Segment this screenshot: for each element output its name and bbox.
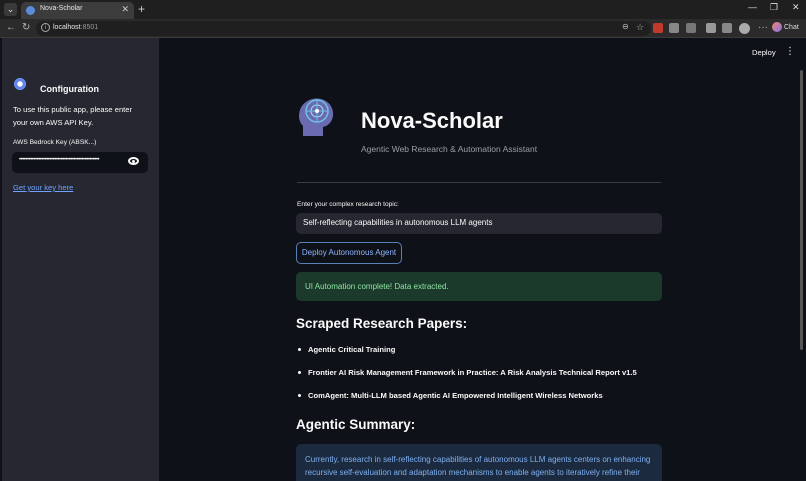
success-alert: UI Automation complete! Data extracted.	[296, 272, 662, 301]
extensions-puzzle-icon[interactable]	[706, 23, 716, 33]
chat-button[interactable]: Chat	[772, 22, 799, 32]
scrollbar[interactable]	[800, 70, 803, 350]
eye-icon[interactable]	[128, 157, 139, 165]
browser-tab-strip: ⌄ Nova-Scholar ✕ + — ❐ ✕	[0, 0, 806, 19]
back-arrow-icon[interactable]: ←	[6, 22, 16, 33]
summary-info-box: Currently, research in self-reflecting c…	[296, 444, 662, 481]
tab-title: Nova-Scholar	[40, 5, 83, 12]
gear-icon	[13, 77, 27, 91]
extension-icon[interactable]	[653, 23, 663, 33]
summary-text: Currently, research in self-reflecting c…	[305, 455, 651, 477]
tab-close-icon[interactable]: ✕	[121, 4, 129, 15]
sidebar: Configuration To use this public app, pl…	[2, 38, 159, 481]
deploy-agent-button[interactable]: Deploy Autonomous Agent	[296, 242, 402, 264]
more-menu-icon[interactable]: ···	[758, 22, 768, 33]
minimize-icon[interactable]: —	[748, 2, 757, 12]
list-item: Frontier AI Risk Management Framework in…	[298, 368, 637, 377]
divider	[297, 182, 661, 183]
deploy-app-button[interactable]: Deploy	[752, 48, 776, 57]
get-key-link[interactable]: Get your key here	[13, 183, 73, 192]
list-item: Agentic Critical Training	[297, 345, 396, 354]
summary-heading: Agentic Summary:	[296, 417, 416, 432]
bookmark-star-icon[interactable]: ☆	[636, 22, 644, 33]
page-subtitle: Agentic Web Research & Automation Assist…	[361, 144, 538, 154]
favorites-icon[interactable]	[722, 23, 732, 33]
api-key-masked-value: ••••••••••••••••••••••••••••••••••••••••…	[19, 157, 100, 163]
zoom-icon[interactable]: ⊖	[622, 22, 629, 31]
browser-tab[interactable]: Nova-Scholar ✕	[21, 2, 134, 19]
extension-icon[interactable]	[686, 23, 696, 33]
window-close-icon[interactable]: ✕	[792, 2, 800, 13]
browser-toolbar: ← ↻ i localhost:8501 ⊖ ☆ ··· Chat	[0, 19, 806, 38]
new-tab-button[interactable]: +	[138, 2, 145, 16]
site-info-icon[interactable]: i	[41, 23, 50, 32]
topic-label: Enter your complex research topic:	[297, 201, 399, 208]
papers-heading: Scraped Research Papers:	[296, 316, 468, 331]
success-message: UI Automation complete! Data extracted.	[305, 282, 449, 291]
chevron-down-icon[interactable]: ⌄	[4, 3, 17, 16]
page-title: Nova-Scholar	[361, 108, 503, 133]
chat-logo-icon	[772, 22, 782, 32]
sidebar-intro: To use this public app, please enter you…	[13, 105, 133, 127]
favicon-icon	[26, 6, 35, 15]
api-key-label: AWS Bedrock Key (ABSK...)	[13, 139, 97, 146]
url-text: localhost:8501	[53, 24, 99, 31]
sidebar-heading: Configuration	[40, 84, 99, 94]
restore-icon[interactable]: ❐	[770, 2, 778, 13]
avatar[interactable]	[739, 23, 750, 34]
main-menu-icon[interactable]: ⋮	[785, 46, 795, 57]
api-key-input[interactable]: ••••••••••••••••••••••••••••••••••••••••…	[12, 152, 148, 173]
list-item: ComAgent: Multi-LLM based Agentic AI Emp…	[298, 391, 603, 400]
extension-icon[interactable]	[669, 23, 679, 33]
brain-circuit-icon	[299, 98, 334, 136]
reload-icon[interactable]: ↻	[22, 22, 30, 33]
topic-input[interactable]: Self-reflecting capabilities in autonomo…	[296, 213, 662, 234]
address-bar[interactable]: i localhost:8501	[36, 21, 651, 36]
topic-input-value: Self-reflecting capabilities in autonomo…	[303, 218, 493, 227]
